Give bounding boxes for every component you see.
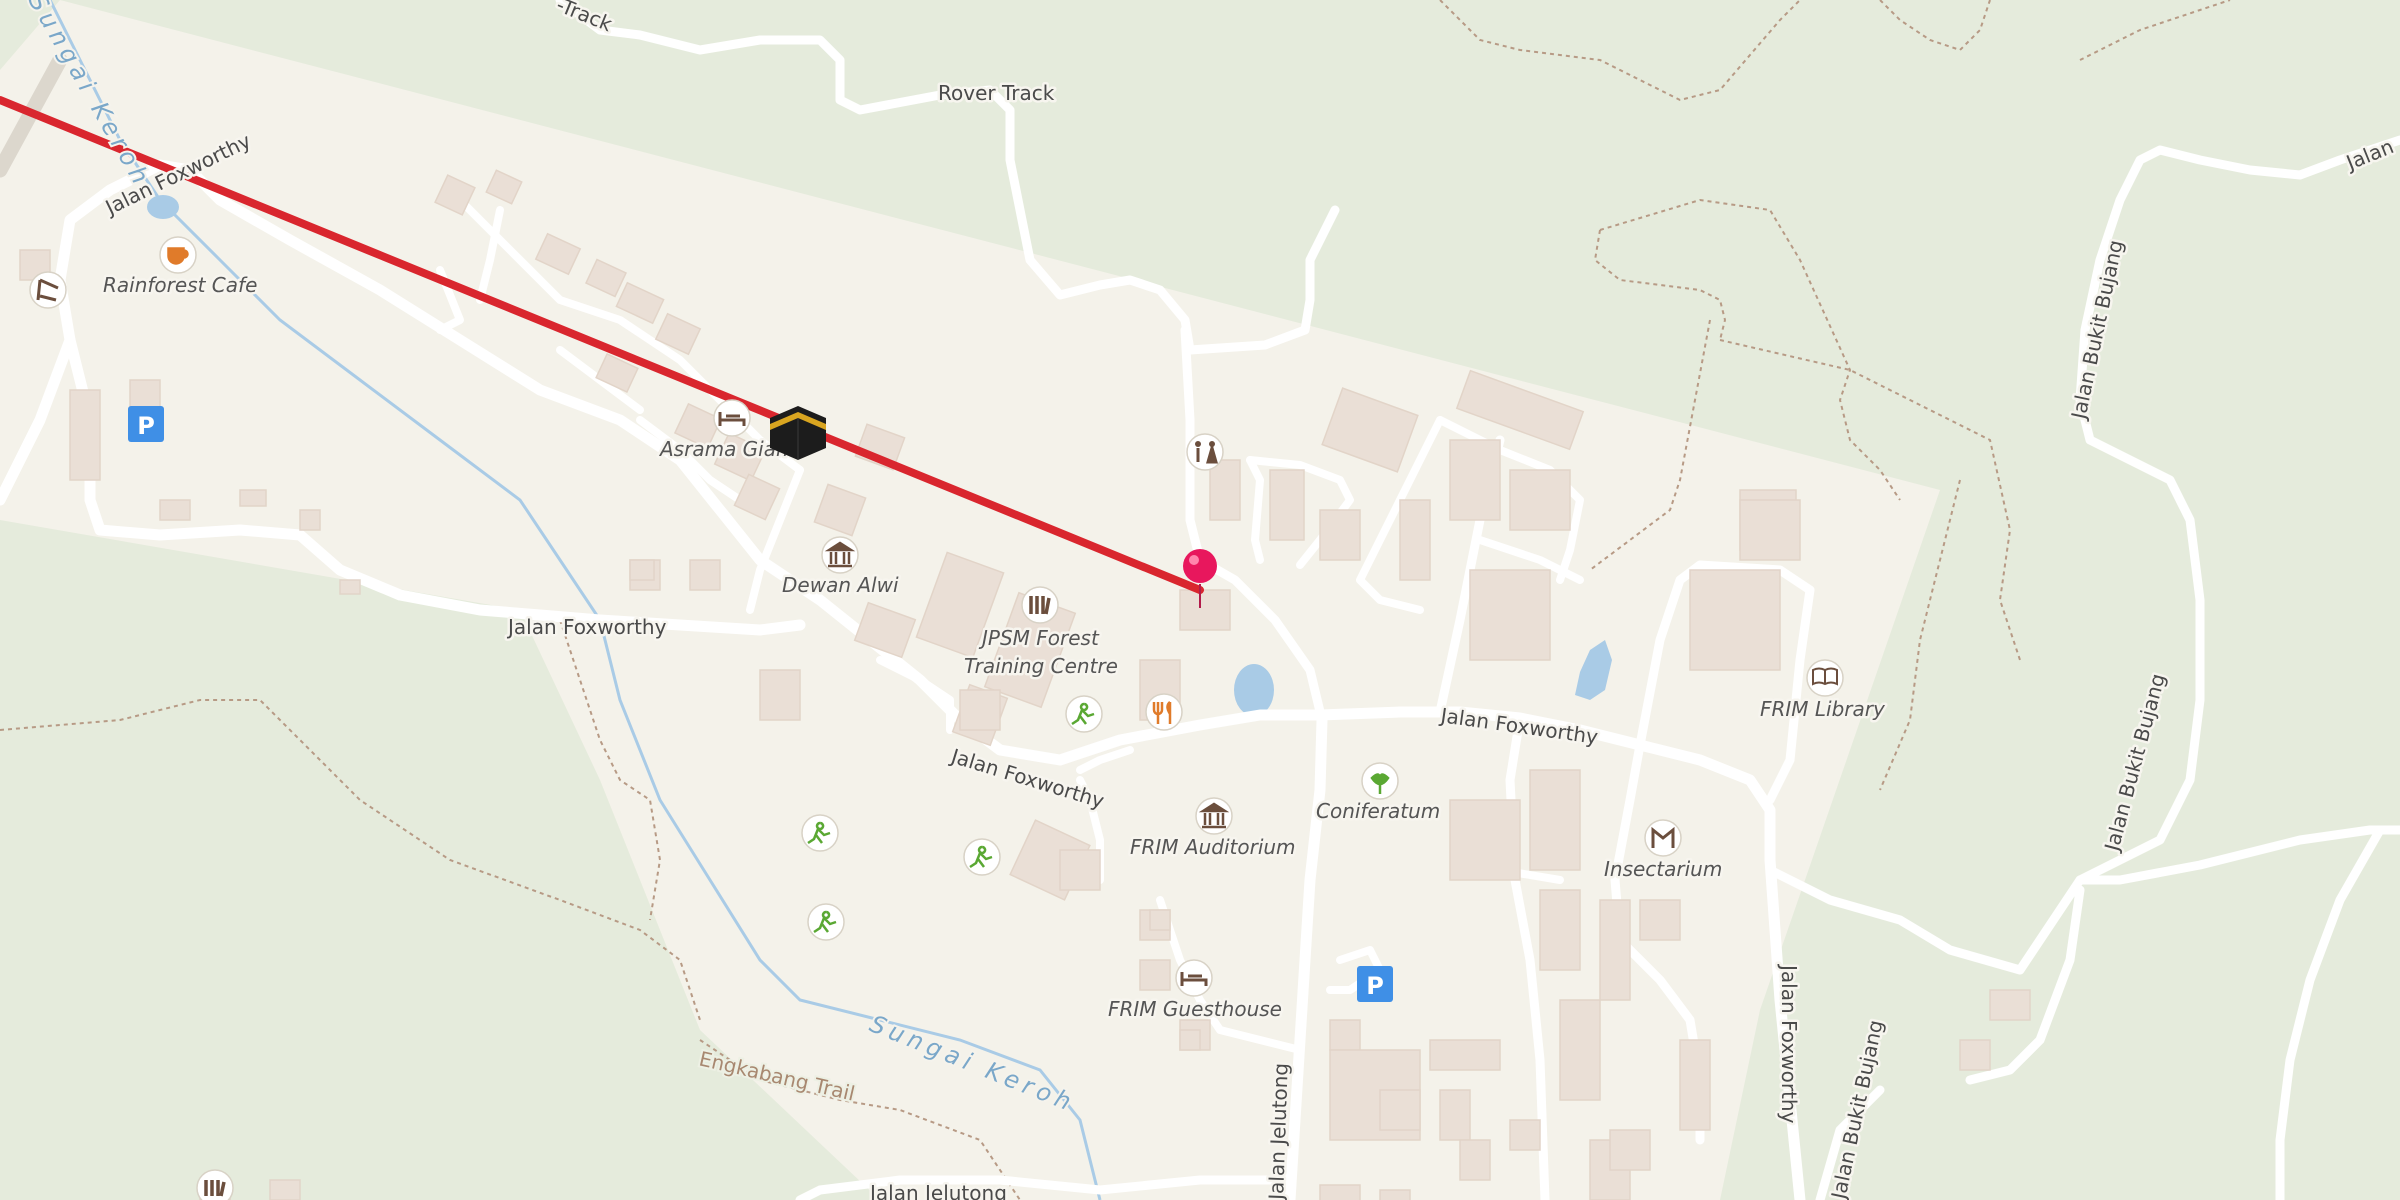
road-label-jalan-foxworthy-south: Jalan Foxworthy [1777, 963, 1801, 1124]
poi-sport-1[interactable] [1065, 695, 1103, 733]
poi-toilets[interactable] [1186, 433, 1224, 471]
toilets-icon[interactable] [1186, 433, 1224, 471]
poi-label-jpsm-line1: JPSM Forest [978, 626, 1100, 650]
poi-label-insectarium: Insectarium [1604, 857, 1722, 881]
road-label-jalan-jelutong-south: Jalan Jelutong [1264, 1063, 1293, 1200]
poi-sport-4[interactable] [807, 903, 845, 941]
parking-label: P [1366, 972, 1384, 1000]
map-canvas[interactable]: Jalan Foxworthy Jalan Foxworthy Jalan Fo… [0, 0, 2400, 1200]
road-label-jalan-foxworthy-west: Jalan Foxworthy [506, 615, 667, 639]
sport-icon[interactable] [801, 814, 839, 852]
poi-sport-2[interactable] [801, 814, 839, 852]
poi-library-bottom[interactable] [196, 1169, 234, 1200]
library-icon[interactable] [1021, 586, 1059, 624]
poi-label-coniferatum: Coniferatum [1316, 799, 1440, 823]
poi-parking-west[interactable]: P [128, 406, 164, 442]
parking-label: P [137, 412, 155, 440]
poi-label-jpsm-line2: Training Centre [964, 654, 1118, 678]
sport-icon[interactable] [963, 838, 1001, 876]
poi-restaurant[interactable] [1145, 693, 1183, 731]
poi-label-rainforest-cafe: Rainforest Cafe [103, 273, 257, 297]
road-label-rover-track: Rover Track [938, 81, 1055, 105]
poi-sport-3[interactable] [963, 838, 1001, 876]
shelter-icon[interactable] [29, 271, 67, 309]
poi-label-frim-auditorium: FRIM Auditorium [1130, 835, 1296, 859]
sport-icon[interactable] [1065, 695, 1103, 733]
poi-label-dewan-alwi: Dewan Alwi [782, 573, 899, 597]
poi-label-frim-library: FRIM Library [1760, 697, 1886, 721]
poi-shelter[interactable] [29, 271, 67, 309]
restaurant-icon[interactable] [1145, 693, 1183, 731]
road-label-jalan-jelutong-bottom: Jalan Jelutong [868, 1181, 1007, 1200]
poi-label-frim-guesthouse: FRIM Guesthouse [1108, 997, 1282, 1021]
sport-icon[interactable] [807, 903, 845, 941]
library-icon[interactable] [196, 1169, 234, 1200]
poi-parking-central[interactable]: P [1357, 966, 1393, 1002]
